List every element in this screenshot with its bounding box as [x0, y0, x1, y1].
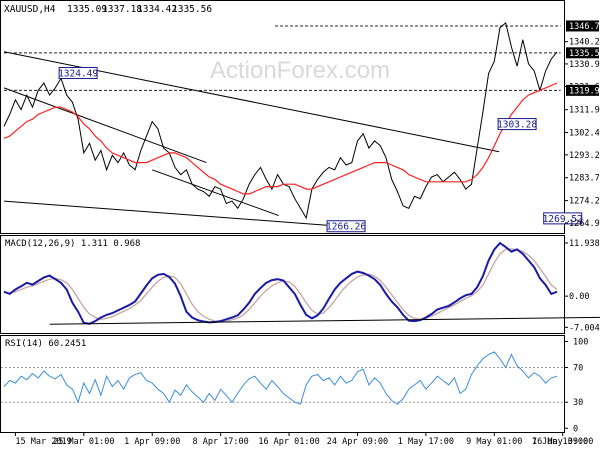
macd-panel — [3, 241, 600, 325]
price-annotation: 1303.28 — [497, 118, 537, 131]
watermark: ActionForex.com — [210, 57, 390, 84]
time-axis-label: 8 Apr 17:00 — [192, 437, 248, 447]
time-axis-label: 24 Apr 09:00 — [327, 437, 388, 447]
current-price-label: 1346.71 — [569, 22, 600, 32]
time-axis-label: 25 Mar 01:00 — [53, 437, 114, 447]
moving-average-line — [3, 82, 558, 195]
macd-signal-line — [3, 248, 558, 323]
price-axis-label: 1264.95 — [569, 219, 600, 229]
time-axis-label: 1 Apr 09:00 — [124, 437, 180, 447]
time-axis-label: 16 Apr 01:00 — [258, 437, 319, 447]
rsi-axis-label: 100 — [573, 337, 588, 347]
price-axis-label: 1274.20 — [569, 197, 600, 207]
trend-line — [3, 200, 359, 229]
trend-line — [152, 169, 279, 217]
price-axis-label: 1302.45 — [569, 129, 600, 139]
annotation-label: 1266.26 — [326, 222, 366, 233]
price-annotation: 1266.26 — [326, 220, 366, 233]
rsi-axis-label: 0 — [573, 424, 578, 434]
price-panel-frame — [0, 0, 565, 234]
rsi-line — [3, 351, 558, 405]
rsi-panel — [1, 351, 564, 405]
rsi-panel-frame — [0, 335, 565, 433]
price-annotation: 1324.49 — [58, 66, 98, 79]
price-axis-label: 1283.70 — [569, 174, 600, 184]
time-axis-label: 1 May 17:00 — [398, 437, 454, 447]
macd-label: MACD(12,26,9) 1.311 0.968 — [5, 239, 140, 249]
time-axis-label: 9 May 01:00 — [466, 437, 522, 447]
trend-line — [3, 87, 207, 164]
macd-trend-line — [49, 316, 600, 325]
price-axis-label: 1340.20 — [569, 38, 600, 48]
macd-axis-label: -7.004 — [569, 323, 600, 333]
rsi-axis-label: 70 — [573, 364, 583, 374]
current-price-label: 1319.98 — [569, 86, 600, 96]
current-price-label: 1335.56 — [569, 49, 600, 59]
macd-axis-label: 0.00 — [569, 292, 589, 302]
chart-canvas: ActionForex.com XAUUSD,H4 1335.09 1337.1… — [0, 0, 600, 447]
price-axis-label: 1311.95 — [569, 106, 600, 116]
annotation-label: 1324.49 — [58, 68, 98, 79]
ohlc-close: 1335.56 — [172, 4, 212, 15]
rsi-axis-label: 30 — [573, 398, 583, 408]
xauusd-h4-chart: ActionForex.com XAUUSD,H4 1335.09 1337.1… — [0, 0, 600, 450]
symbol-title: XAUUSD,H4 — [4, 4, 56, 15]
price-axis-label: 1330.95 — [569, 60, 600, 70]
macd-axis-label: 11.938 — [569, 239, 600, 249]
time-axis-label: 7 Jun 13:00 — [532, 437, 588, 447]
annotation-label: 1303.28 — [497, 120, 537, 131]
rsi-label: RSI(14) 60.2451 — [5, 339, 86, 349]
price-line — [3, 21, 558, 220]
price-axis-label: 1293.20 — [569, 151, 600, 161]
price-panel: 1348.221324.491303.281319.951266.261269.… — [3, 21, 583, 233]
